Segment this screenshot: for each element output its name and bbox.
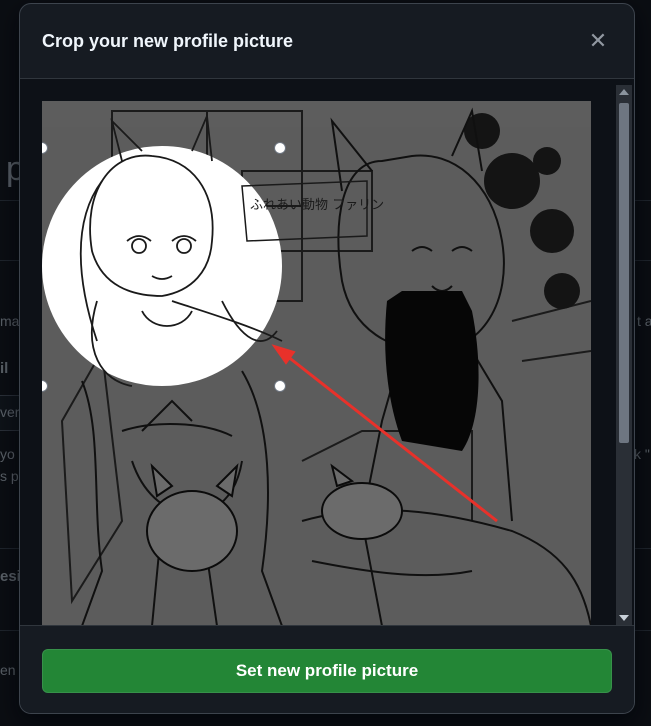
dialog-footer: Set new profile picture bbox=[20, 625, 634, 713]
bg-text-fragment: en bbox=[0, 662, 16, 678]
crop-canvas[interactable]: ふれあい動物 ファリン bbox=[42, 101, 591, 625]
dialog-body: ふれあい動物 ファリン bbox=[20, 79, 634, 625]
artwork-image: ふれあい動物 ファリン bbox=[42, 101, 591, 625]
close-button[interactable]: ✕ bbox=[584, 27, 612, 55]
set-profile-picture-button[interactable]: Set new profile picture bbox=[42, 649, 612, 693]
crop-dialog: Crop your new profile picture ✕ ふれあい動物 フ… bbox=[19, 3, 635, 714]
dialog-title: Crop your new profile picture bbox=[42, 30, 294, 51]
bg-text-fragment: t a bbox=[637, 313, 651, 329]
crop-handle-bottom-right[interactable] bbox=[274, 380, 286, 392]
bg-label-fragment: il bbox=[0, 360, 9, 377]
close-icon[interactable]: ✕ bbox=[589, 28, 607, 54]
vertical-scrollbar[interactable] bbox=[616, 85, 632, 625]
sign-text: ふれあい動物 ファリン bbox=[250, 198, 384, 213]
dialog-header: Crop your new profile picture ✕ bbox=[20, 4, 634, 79]
bg-text-fragment: s p bbox=[0, 468, 19, 484]
bg-input-placeholder: ver bbox=[0, 404, 20, 420]
bg-text-fragment: yo bbox=[0, 446, 15, 462]
bg-text-fragment: k " bbox=[634, 446, 650, 462]
scroll-down-arrow-icon[interactable] bbox=[619, 615, 629, 621]
scrollbar-thumb[interactable] bbox=[619, 103, 629, 443]
crop-handle-top-right[interactable] bbox=[274, 142, 286, 154]
scroll-up-arrow-icon[interactable] bbox=[619, 89, 629, 95]
